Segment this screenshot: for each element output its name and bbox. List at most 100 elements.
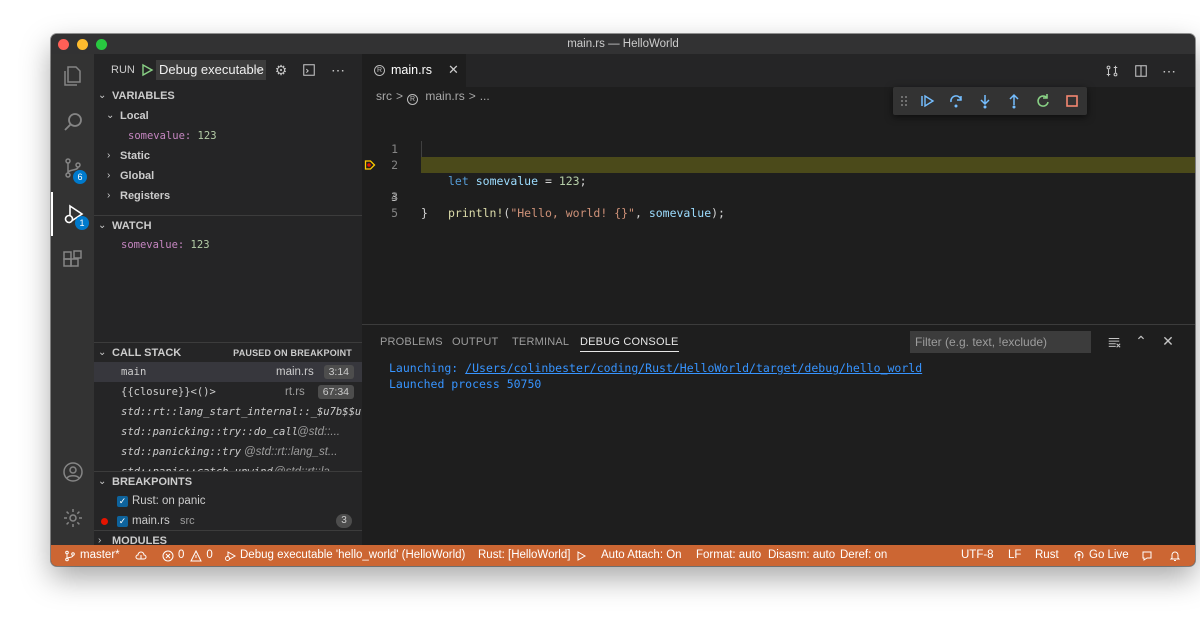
chevron-down-icon: ⌵ xyxy=(255,60,263,80)
extensions-icon[interactable] xyxy=(51,238,94,282)
clear-console-icon[interactable] xyxy=(1106,334,1122,350)
modules-section-header[interactable]: › MODULES xyxy=(94,530,362,545)
tab-output[interactable]: OUTPUT xyxy=(452,336,498,348)
feedback-icon[interactable] xyxy=(1141,545,1157,566)
variables-section-header[interactable]: ⌄ VARIABLES xyxy=(94,86,362,106)
code-line[interactable]: 2 let somevalue = 123; xyxy=(362,141,1195,157)
continue-icon[interactable] xyxy=(919,93,935,109)
variable-name: somevalue: xyxy=(128,130,191,142)
editor-tab-bar: R main.rs ✕ ⋯ xyxy=(362,54,1195,87)
breakpoints-section-header[interactable]: ⌄ BREAKPOINTS xyxy=(94,471,362,491)
breakpoint-checkbox[interactable]: ✓ xyxy=(117,496,128,507)
console-path-link[interactable]: /Users/colinbester/coding/Rust/HelloWorl… xyxy=(465,361,922,375)
step-into-icon[interactable] xyxy=(977,93,993,109)
debug-config-status[interactable]: Debug executable 'hello_world' (HelloWor… xyxy=(224,545,465,566)
breakpoint-arrow-icon[interactable] xyxy=(364,159,376,171)
stack-frame[interactable]: {{closure}}<()> rt.rs 67:34 xyxy=(94,382,362,402)
sync-status[interactable] xyxy=(135,545,151,566)
frame-line-badge: 67:34 xyxy=(318,385,354,399)
open-changes-icon[interactable] xyxy=(1104,63,1120,79)
frame-source: @std::rt::lang_st... xyxy=(244,442,338,462)
stack-frame[interactable]: std::panic::catch_unwind @std::rt::la... xyxy=(94,462,362,471)
code-line[interactable]: 1 fn main() { xyxy=(362,125,1195,141)
run-debug-icon[interactable]: 1 xyxy=(51,192,94,236)
breadcrumb-item[interactable]: src xyxy=(376,89,392,103)
variable-row[interactable]: somevalue: 123 xyxy=(94,126,362,146)
stack-frame[interactable]: std::panicking::try @std::rt::lang_st... xyxy=(94,442,362,462)
step-over-icon[interactable] xyxy=(948,93,964,109)
run-debug-sidebar: RUN Debug executable 'hello_world' ⌵ ⚙ ⋯… xyxy=(94,54,362,545)
manage-gear-icon[interactable] xyxy=(51,496,94,540)
call-stack-section-header[interactable]: ⌄ CALL STACK PAUSED ON BREAKPOINT xyxy=(94,342,362,362)
close-panel-icon[interactable]: ✕ xyxy=(1160,333,1176,349)
source-control-icon[interactable]: 6 xyxy=(51,146,94,190)
split-editor-icon[interactable] xyxy=(1133,63,1149,79)
stack-frame[interactable]: std::rt::lang_start_internal::_$u7b$$u7b… xyxy=(94,402,362,422)
stop-icon[interactable] xyxy=(1064,93,1080,109)
breakpoint-line-badge: 3 xyxy=(336,514,352,528)
tab-main-rs[interactable]: R main.rs ✕ xyxy=(362,54,466,87)
breakpoint-checkbox[interactable]: ✓ xyxy=(117,516,128,527)
restart-icon[interactable] xyxy=(1035,93,1051,109)
tab-terminal[interactable]: TERMINAL xyxy=(512,336,569,348)
more-actions-icon[interactable]: ⋯ xyxy=(1161,63,1177,79)
debug-config-select[interactable]: Debug executable 'hello_world' ⌵ xyxy=(156,60,266,80)
auto-attach-status[interactable]: Auto Attach: On xyxy=(601,545,682,566)
stack-frame[interactable]: std::panicking::try::do_call @std::... xyxy=(94,422,362,442)
scope-registers[interactable]: › Registers xyxy=(94,186,362,206)
gear-icon[interactable]: ⚙ xyxy=(273,62,289,78)
start-debugging-icon[interactable] xyxy=(140,63,154,77)
disasm-status[interactable]: Disasm: auto xyxy=(768,545,835,566)
language-status[interactable]: Rust xyxy=(1035,545,1059,566)
close-icon[interactable]: ✕ xyxy=(448,62,459,78)
problems-status[interactable]: 0 0 xyxy=(162,545,213,566)
breadcrumb-separator: > xyxy=(396,89,403,103)
console-filter-input[interactable]: Filter (e.g. text, !exclude) xyxy=(910,331,1091,353)
maximize-panel-icon[interactable]: ⌃ xyxy=(1133,333,1149,349)
watch-section-header[interactable]: ⌄ WATCH xyxy=(94,215,362,235)
format-status[interactable]: Format: auto xyxy=(696,545,761,566)
code-line[interactable]: 5 xyxy=(362,189,1195,205)
chevron-down-icon: ⌄ xyxy=(98,343,106,363)
frame-name: std::panicking::try xyxy=(121,442,241,462)
scope-global[interactable]: › Global xyxy=(94,166,362,186)
breakpoint-item[interactable]: ✓ Rust: on panic xyxy=(94,491,362,511)
deref-status[interactable]: Deref: on xyxy=(840,545,887,566)
code-token: , xyxy=(635,206,649,220)
breakpoint-label: main.rs xyxy=(132,511,170,531)
watch-expression-row[interactable]: somevalue: 123 xyxy=(94,235,362,255)
more-actions-icon[interactable]: ⋯ xyxy=(330,62,346,78)
breadcrumb: src>R main.rs>... xyxy=(376,89,494,104)
vscode-window: main.rs — HelloWorld 6 1 RUN xyxy=(51,34,1195,566)
explorer-icon[interactable] xyxy=(51,54,94,98)
notifications-bell-icon[interactable] xyxy=(1169,545,1185,566)
breakpoint-item[interactable]: ✓ main.rs src 3 xyxy=(94,511,362,531)
stack-frame[interactable]: main main.rs 3:14 xyxy=(94,362,362,382)
bottom-panel: PROBLEMS OUTPUT TERMINAL DEBUG CONSOLE F… xyxy=(362,324,1195,545)
eol-status[interactable]: LF xyxy=(1008,545,1021,566)
search-icon[interactable] xyxy=(51,100,94,144)
code-line[interactable]: 4 } xyxy=(362,173,1195,189)
accounts-icon[interactable] xyxy=(51,450,94,494)
code-line-current[interactable]: 3 println!("Hello, world! {}", somevalue… xyxy=(362,157,1195,173)
scope-local[interactable]: ⌄ Local xyxy=(94,106,362,126)
tab-problems[interactable]: PROBLEMS xyxy=(380,336,443,348)
debug-console-icon[interactable] xyxy=(301,62,317,78)
git-branch-icon xyxy=(64,550,76,562)
step-out-icon[interactable] xyxy=(1006,93,1022,109)
encoding-status[interactable]: UTF-8 xyxy=(961,545,994,566)
tab-debug-console[interactable]: DEBUG CONSOLE xyxy=(580,336,679,352)
breadcrumb-item[interactable]: main.rs xyxy=(425,89,464,103)
branch-status[interactable]: master* xyxy=(64,545,120,566)
close-window-button[interactable] xyxy=(58,39,69,50)
zoom-window-button[interactable] xyxy=(96,39,107,50)
rust-status[interactable]: Rust: [HelloWorld] xyxy=(478,545,587,566)
minimize-window-button[interactable] xyxy=(77,39,88,50)
drag-handle-icon[interactable] xyxy=(899,93,909,109)
scope-static[interactable]: › Static xyxy=(94,146,362,166)
go-live-label: Go Live xyxy=(1089,545,1129,566)
status-bar: master* 0 0 Debug executable 'hello_worl… xyxy=(51,545,1195,566)
go-live-status[interactable]: Go Live xyxy=(1073,545,1129,566)
breadcrumb-item[interactable]: ... xyxy=(480,89,490,103)
variables-title: VARIABLES xyxy=(112,86,175,106)
